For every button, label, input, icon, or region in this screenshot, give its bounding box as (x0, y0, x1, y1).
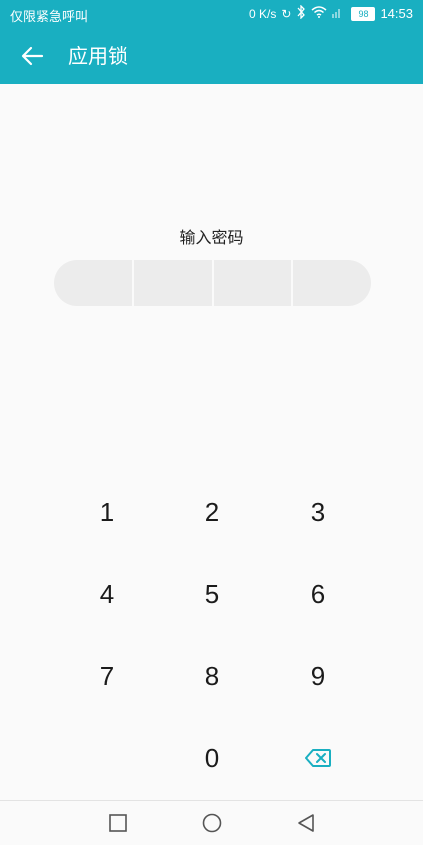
bluetooth-icon (296, 4, 306, 22)
pin-slot-2 (134, 260, 214, 306)
app-bar: 应用锁 (0, 28, 423, 84)
status-bar: 仅限紧急呼叫 0 K/s ↻ 98 14:53 (0, 0, 423, 28)
key-6[interactable]: 6 (258, 554, 378, 634)
key-0[interactable]: 0 (152, 718, 272, 798)
status-icons: 0 K/s ↻ 98 14:53 (249, 4, 413, 22)
arrow-left-icon (21, 46, 44, 66)
page-title: 应用锁 (68, 44, 128, 68)
key-4[interactable]: 4 (47, 554, 167, 634)
system-nav-bar (0, 800, 423, 845)
pin-input[interactable] (54, 260, 371, 306)
home-button[interactable] (192, 809, 232, 837)
key-3[interactable]: 3 (258, 472, 378, 552)
backspace-icon (305, 749, 331, 767)
key-5[interactable]: 5 (152, 554, 272, 634)
key-2[interactable]: 2 (152, 472, 272, 552)
number-keypad: 1 2 3 4 5 6 7 8 9 0 (0, 472, 423, 802)
net-speed-text: 0 K/s (249, 6, 277, 21)
triangle-back-icon (298, 814, 314, 832)
circle-icon (202, 813, 222, 833)
square-icon (109, 814, 127, 832)
password-prompt: 输入密码 (179, 228, 244, 247)
rotation-lock-icon: ↻ (281, 6, 292, 21)
key-7[interactable]: 7 (47, 636, 167, 716)
pin-slot-3 (214, 260, 294, 306)
back-button[interactable] (18, 42, 50, 70)
emergency-call-text: 仅限紧急呼叫 (10, 9, 89, 24)
nav-back-button[interactable] (286, 809, 326, 837)
wifi-icon (311, 6, 327, 21)
key-9[interactable]: 9 (258, 636, 378, 716)
signal-icon (332, 6, 342, 21)
pin-slot-1 (54, 260, 134, 306)
delete-button[interactable] (258, 718, 378, 798)
pin-slot-4 (293, 260, 371, 306)
battery-icon: 98 (351, 6, 376, 21)
key-8[interactable]: 8 (152, 636, 272, 716)
recent-apps-button[interactable] (98, 809, 138, 837)
clock-text: 14:53 (380, 5, 413, 21)
key-1[interactable]: 1 (47, 472, 167, 552)
